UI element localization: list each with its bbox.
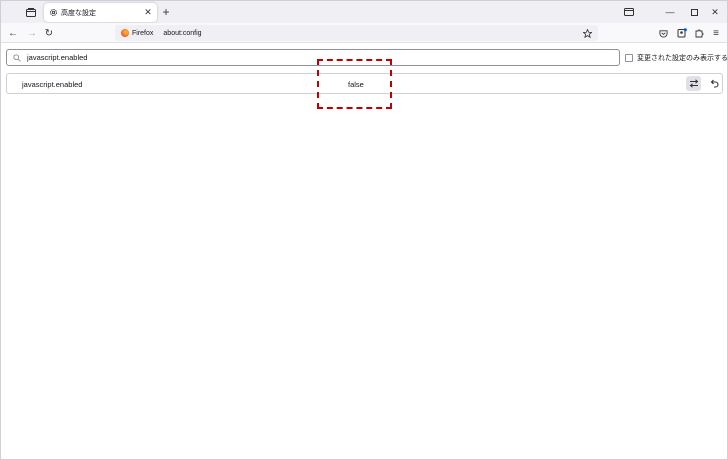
maximize-icon xyxy=(690,8,698,16)
account-icon xyxy=(677,28,687,38)
pref-name: javascript.enabled xyxy=(22,80,83,89)
identity-box[interactable]: Firefox xyxy=(115,29,159,37)
show-only-modified-toggle[interactable]: 変更された設定のみ表示する xyxy=(625,53,728,63)
close-window-button[interactable]: ✕ xyxy=(705,4,725,20)
tab-strip: 高度な設定 ✕ + — ✕ xyxy=(1,1,727,23)
window-layout-icon xyxy=(624,8,634,16)
reload-button[interactable]: ↻ xyxy=(42,26,56,40)
firefox-logo-icon xyxy=(121,29,129,37)
about-config-page: 変更された設定のみ表示する javascript.enabled false xyxy=(1,44,728,459)
app-menu-button[interactable]: ≡ xyxy=(709,26,723,40)
extensions-button[interactable] xyxy=(692,26,706,40)
toggle-button[interactable] xyxy=(686,76,701,91)
url-text[interactable]: about:config xyxy=(159,30,598,37)
sidebar-toggle-button[interactable] xyxy=(619,4,639,20)
maximize-button[interactable] xyxy=(684,4,704,20)
arrow-right-icon: → xyxy=(27,27,37,39)
account-button[interactable] xyxy=(675,26,689,40)
reset-button[interactable] xyxy=(706,76,721,91)
swap-arrows-icon xyxy=(689,79,698,88)
identity-label: Firefox xyxy=(132,29,154,37)
minimize-icon: — xyxy=(665,7,675,17)
tab-list-button[interactable] xyxy=(23,5,39,19)
search-box[interactable] xyxy=(6,49,620,66)
bookmark-star-icon[interactable] xyxy=(582,28,592,38)
search-input[interactable] xyxy=(23,50,619,65)
show-only-modified-checkbox[interactable] xyxy=(625,54,633,62)
new-tab-button[interactable]: + xyxy=(159,5,173,19)
pocket-button[interactable] xyxy=(656,26,670,40)
url-bar[interactable]: Firefox about:config xyxy=(115,25,598,41)
undo-icon xyxy=(710,79,719,88)
minimize-button[interactable]: — xyxy=(660,4,680,20)
back-button[interactable]: ← xyxy=(6,26,20,40)
pref-value[interactable]: false xyxy=(348,80,364,89)
puzzle-icon xyxy=(695,29,704,38)
arrow-left-icon: ← xyxy=(8,27,18,39)
search-icon xyxy=(11,52,23,64)
tab-title: 高度な設定 xyxy=(61,9,96,17)
pref-row: javascript.enabled false xyxy=(6,73,723,94)
show-only-modified-label: 変更された設定のみ表示する xyxy=(637,55,728,62)
pocket-icon xyxy=(658,29,668,38)
nav-toolbar: ← → ↻ Firefox about:config ≡ xyxy=(1,23,727,43)
reload-icon: ↻ xyxy=(44,27,54,39)
hamburger-menu-icon: ≡ xyxy=(713,27,719,39)
close-icon: ✕ xyxy=(711,6,719,17)
forward-button[interactable]: → xyxy=(25,26,39,40)
tab-advanced-preferences[interactable]: 高度な設定 ✕ xyxy=(44,3,157,22)
browser-window: 高度な設定 ✕ + — ✕ ← → ↻ Firefox about:config… xyxy=(0,0,728,460)
firefox-view-icon xyxy=(26,7,36,17)
gear-icon xyxy=(48,8,58,18)
close-tab-icon[interactable]: ✕ xyxy=(143,7,153,18)
